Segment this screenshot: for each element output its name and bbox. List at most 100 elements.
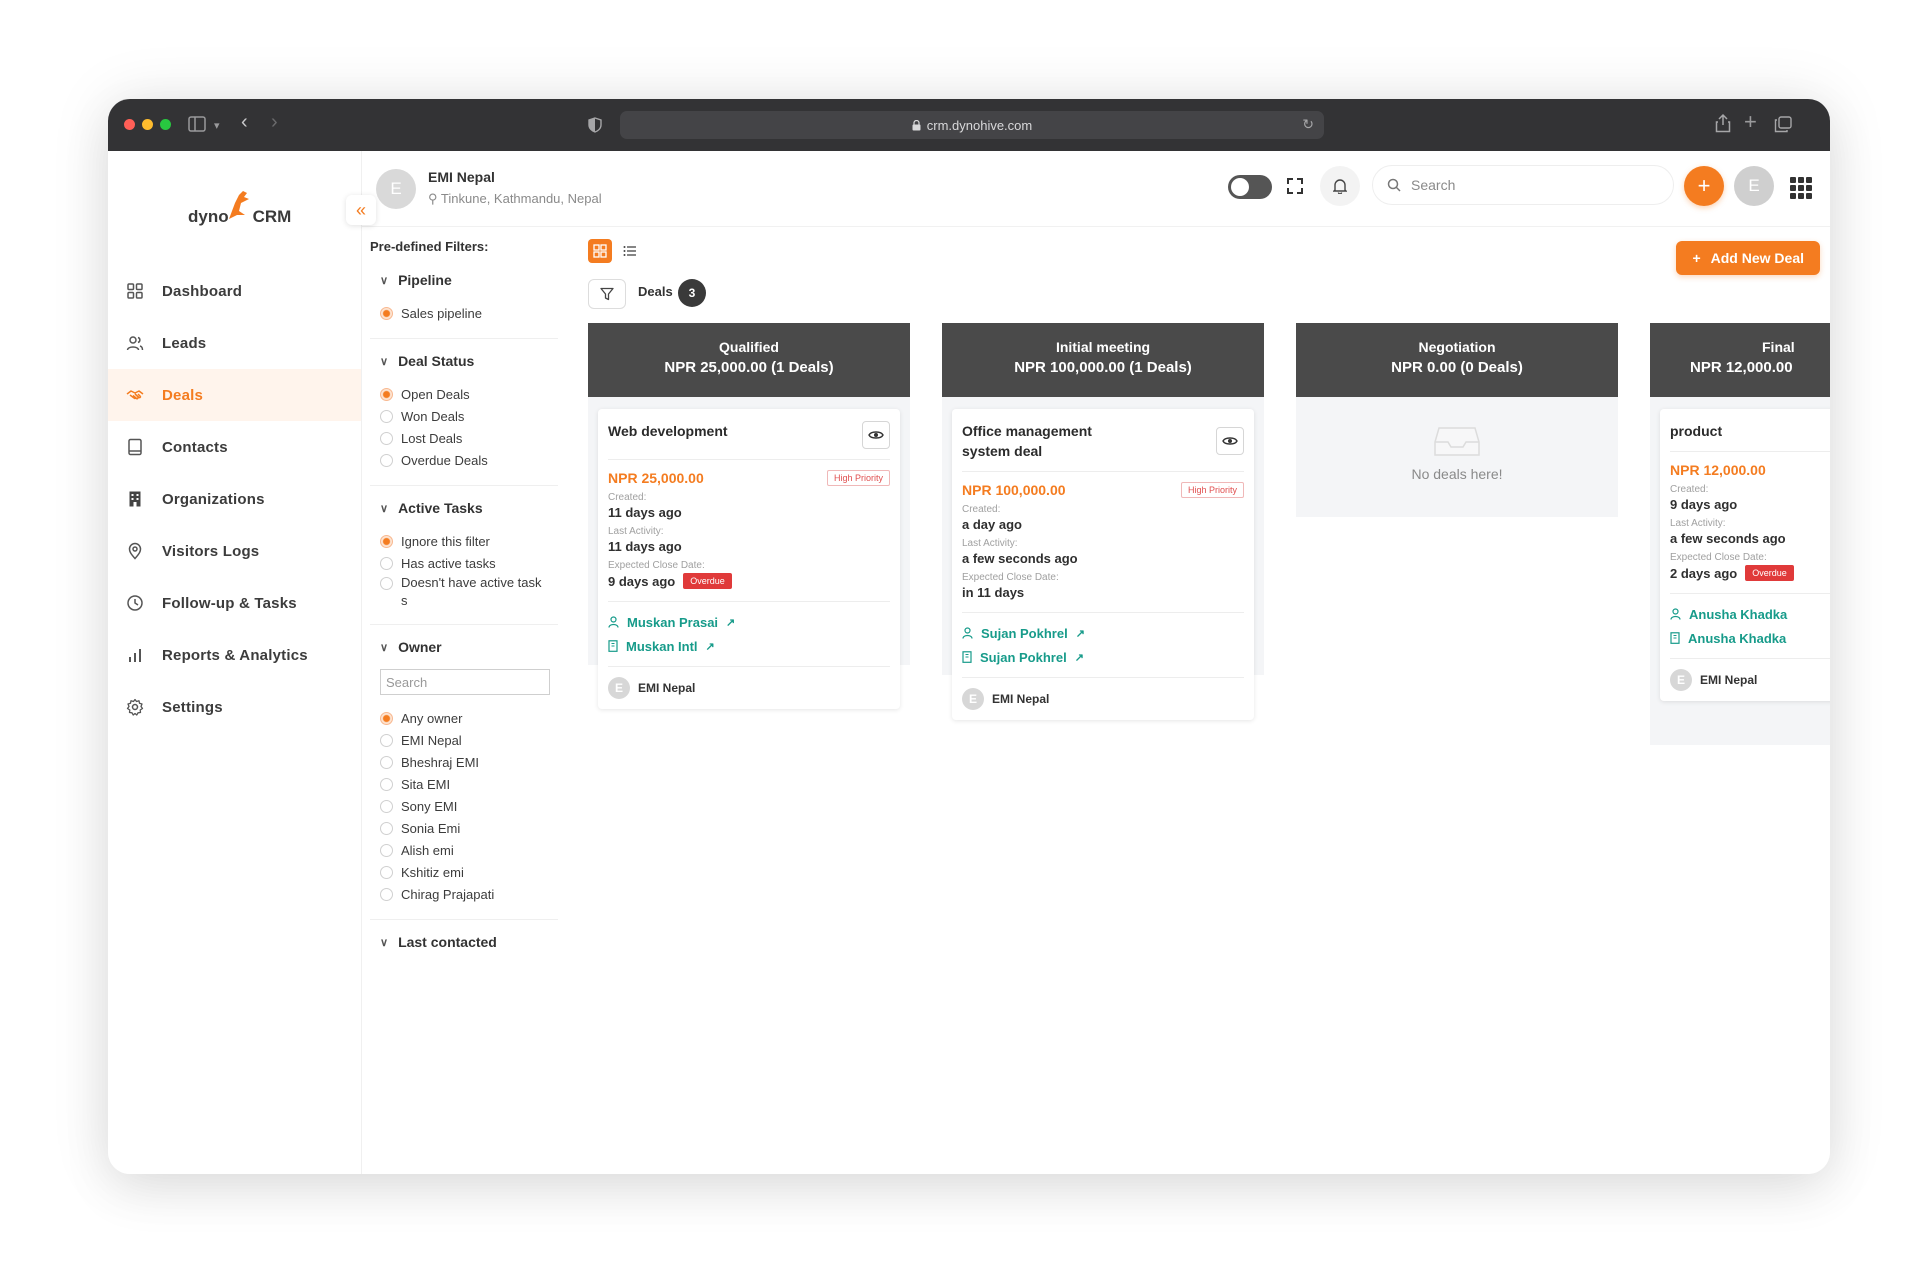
owner-search-input[interactable]: Search [380,669,550,695]
contact-link[interactable]: Anusha Khadka [1670,602,1830,626]
close-window-button[interactable] [124,119,135,130]
view-deal-button[interactable] [862,421,890,449]
radio-button[interactable] [380,556,393,570]
logo[interactable]: dyno CRM [188,189,291,227]
radio-button[interactable] [380,821,393,835]
forward-icon[interactable]: › [271,112,278,132]
zoom-window-button[interactable] [160,119,171,130]
radio-button[interactable] [380,887,393,901]
sidebar-item-deals[interactable]: Deals [108,369,361,421]
filters-title: Pre-defined Filters: [370,239,489,254]
sidebar-item-leads[interactable]: Leads [108,317,361,369]
priority-badge: High Priority [826,470,890,486]
search-placeholder: Search [1411,177,1456,193]
deal-owner: E EMI Nepal [962,677,1244,710]
filter-option[interactable]: Alish emi [380,839,558,861]
sidebar-item-settings[interactable]: Settings [108,681,361,733]
add-new-deal-button[interactable]: + Add New Deal [1676,241,1820,275]
filter-option[interactable]: Lost Deals [380,427,558,449]
quick-add-button[interactable]: + [1684,166,1724,206]
deal-title[interactable]: Office management system deal [962,421,1132,461]
sidebar-item-visitors-logs[interactable]: Visitors Logs [108,525,361,577]
filter-option[interactable]: Any owner [380,707,558,729]
radio-button[interactable] [380,733,393,747]
sidebar-item-dashboard[interactable]: Dashboard [108,265,361,317]
filter-option[interactable]: Overdue Deals [380,449,558,471]
filter-option[interactable]: Has active tasks [380,552,558,574]
filter-option[interactable]: Won Deals [380,405,558,427]
shield-icon[interactable] [588,117,602,133]
filter-button[interactable] [588,279,626,309]
filter-option[interactable]: Sita EMI [380,773,558,795]
filter-option[interactable]: Bheshraj EMI [380,751,558,773]
eye-icon [868,431,884,439]
filter-option[interactable]: Sony EMI [380,795,558,817]
user-avatar[interactable]: E [1734,166,1774,206]
radio-button[interactable] [380,777,393,791]
organization-link[interactable]: Sujan Pokhrel ↗ [962,645,1244,669]
radio-button[interactable] [380,387,393,401]
radio-button[interactable] [380,799,393,813]
chevron-down-icon[interactable]: ▾ [214,117,220,135]
deal-card[interactable]: Web development NPR 25,000.00 High Prior… [598,409,900,709]
tabs-overview-icon[interactable] [1774,116,1792,133]
radio-button[interactable] [380,865,393,879]
share-icon[interactable] [1715,113,1731,133]
collapse-sidebar-button[interactable]: « [346,195,376,225]
filter-option[interactable]: EMI Nepal [380,729,558,751]
filter-option[interactable]: Chirag Prajapati [380,883,558,905]
filter-group-header[interactable]: ∨ Owner [380,639,558,655]
filter-group-header[interactable]: ∨ Pipeline [380,272,558,288]
apps-grid-icon[interactable] [1790,177,1812,199]
filter-option[interactable]: Open Deals [380,383,558,405]
radio-button[interactable] [380,453,393,467]
radio-button[interactable] [380,711,393,725]
theme-toggle[interactable] [1228,175,1272,199]
sidebar-item-contacts[interactable]: Contacts [108,421,361,473]
sidebar-item-reports-analytics[interactable]: Reports & Analytics [108,629,361,681]
view-deal-button[interactable] [1216,427,1244,455]
radio-button[interactable] [380,534,393,548]
filter-group-header[interactable]: ∨ Active Tasks [380,500,558,516]
radio-button[interactable] [380,843,393,857]
contact-link[interactable]: Muskan Prasai ↗ [608,610,890,634]
back-icon[interactable]: ‹ [241,112,248,132]
list-view-button[interactable] [618,239,642,263]
filter-option[interactable]: Sales pipeline [380,302,558,324]
filter-option[interactable]: Ignore this filter [380,530,558,552]
radio-button[interactable] [380,431,393,445]
deal-title[interactable]: Web development [608,421,818,441]
org-avatar[interactable]: E [376,169,416,209]
radio-button[interactable] [380,755,393,769]
deal-title[interactable]: product [1670,421,1830,441]
kanban-board: Qualified NPR 25,000.00 (1 Deals) Web de… [588,323,1830,923]
new-tab-icon[interactable]: + [1744,111,1757,133]
sidebar-item-organizations[interactable]: Organizations [108,473,361,525]
filter-option[interactable]: Doesn't have active task s [380,574,558,610]
filter-option[interactable]: Kshitiz emi [380,861,558,883]
notifications-button[interactable] [1320,166,1360,206]
global-search-input[interactable]: Search [1372,165,1674,205]
organization-link[interactable]: Muskan Intl ↗ [608,634,890,658]
grid-icon [593,244,607,258]
filter-group-header[interactable]: ∨ Deal Status [380,353,558,369]
filter-group-header[interactable]: ∨ Last contacted [380,934,558,950]
sidebar-item-follow-up-tasks[interactable]: Follow-up & Tasks [108,577,361,629]
close-date-label: Expected Close Date: [608,560,705,571]
radio-button[interactable] [380,577,393,590]
radio-button[interactable] [380,306,393,320]
organization-link[interactable]: Anusha Khadka [1670,626,1830,650]
logo-text-left: dyno [188,207,229,226]
deal-card[interactable]: Office management system deal NPR 100,00… [952,409,1254,720]
radio-button[interactable] [380,409,393,423]
contact-link[interactable]: Sujan Pokhrel ↗ [962,621,1244,645]
filter-option[interactable]: Sonia Emi [380,817,558,839]
sidebar-toggle-icon[interactable] [188,116,206,132]
minimize-window-button[interactable] [142,119,153,130]
url-bar[interactable]: crm.dynohive.com ↻ [620,111,1324,139]
fullscreen-icon[interactable] [1284,175,1306,197]
deal-card[interactable]: product NPR 12,000.00 Created: 9 days ag… [1660,409,1830,701]
grid-view-button[interactable] [588,239,612,263]
lock-icon [912,119,921,130]
reload-icon[interactable]: ↻ [1302,116,1314,133]
